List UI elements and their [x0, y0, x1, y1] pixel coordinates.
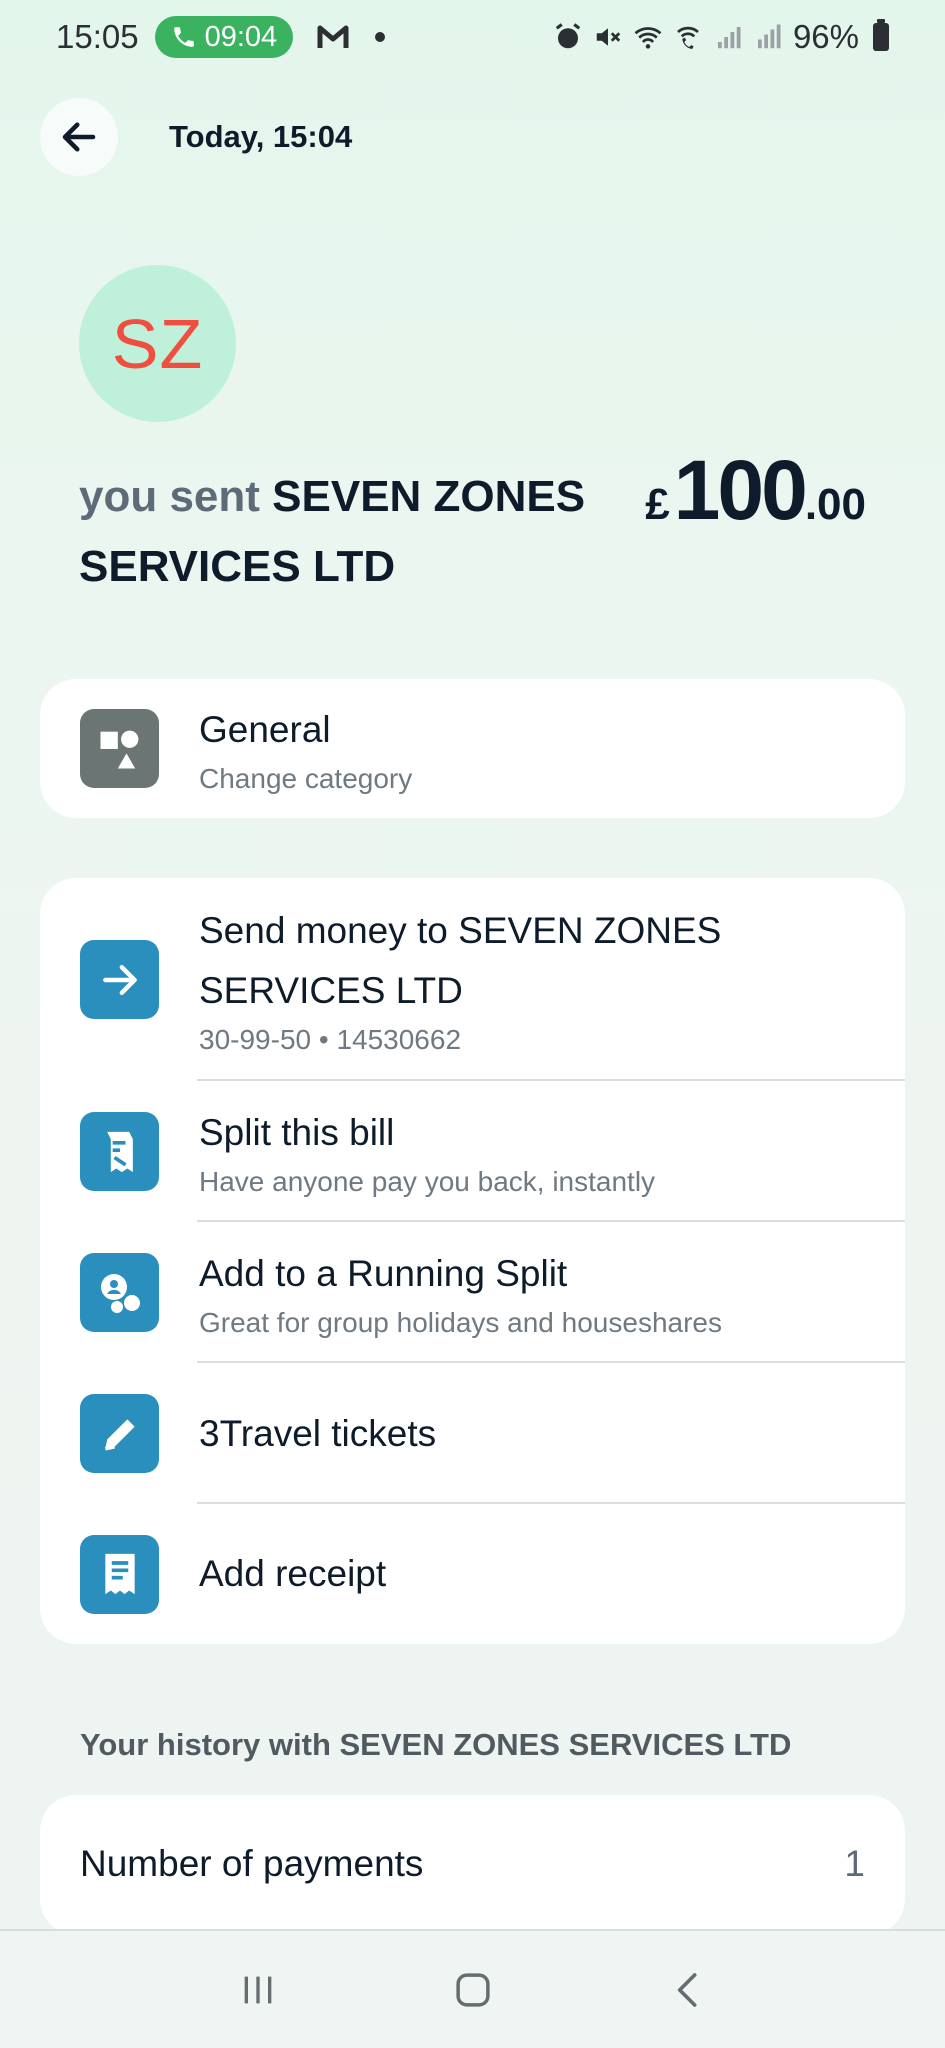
- category-title: General: [199, 708, 331, 750]
- actions-card: Send money to SEVEN ZONES SERVICES LTD 3…: [40, 878, 905, 1644]
- battery-percent: 96%: [792, 18, 859, 55]
- status-bar: 15:05 09:04 96%: [0, 0, 945, 74]
- amount-whole: 100: [673, 443, 808, 537]
- notification-dot-icon: [375, 32, 386, 42]
- battery-icon: [873, 19, 889, 51]
- transaction-description: you sent SEVEN ZONES SERVICES LTD: [79, 462, 619, 602]
- category-row[interactable]: General Change category: [40, 679, 905, 818]
- recent-apps-button[interactable]: [228, 1960, 288, 2020]
- action-send-money[interactable]: Send money to SEVEN ZONES SERVICES LTD 3…: [40, 878, 905, 1081]
- gmail-icon: [317, 25, 349, 48]
- sent-prefix: you sent: [79, 472, 260, 521]
- home-icon: [455, 1972, 490, 2007]
- receipt-icon: [80, 1534, 159, 1614]
- history-row: Number of payments 1: [40, 1795, 905, 1933]
- recent-apps-icon: [244, 1976, 271, 2003]
- history-label: Number of payments: [80, 1843, 424, 1884]
- action-edit-notes[interactable]: 3Travel tickets: [40, 1363, 905, 1504]
- action-title: Add to a Running Split: [199, 1252, 568, 1294]
- signal-icon: [717, 27, 741, 49]
- ongoing-call-pill[interactable]: 09:04: [154, 16, 294, 58]
- alarm-icon: [555, 23, 581, 49]
- chevron-left-icon: [677, 1972, 696, 2007]
- action-add-receipt[interactable]: Add receipt: [40, 1504, 905, 1644]
- action-running-split[interactable]: Add to a Running Split Great for group h…: [40, 1222, 905, 1363]
- history-card: Number of payments 1: [40, 1795, 905, 1935]
- home-button[interactable]: [443, 1960, 503, 2020]
- running-split-icon: [80, 1253, 159, 1332]
- arrow-left-icon: [62, 122, 96, 152]
- split-bill-icon: [80, 1112, 159, 1191]
- back-button[interactable]: [40, 98, 118, 176]
- mute-icon: [596, 28, 621, 46]
- notes-text: 3Travel tickets: [199, 1412, 437, 1454]
- shapes-icon: [80, 709, 159, 788]
- action-title: Split this bill: [199, 1111, 395, 1153]
- category-subtitle: Change category: [199, 762, 413, 794]
- system-nav-bar: [0, 1929, 945, 2048]
- action-split-bill[interactable]: Split this bill Have anyone pay you back…: [40, 1081, 905, 1222]
- wifi-calling-icon: [677, 26, 699, 49]
- phone-icon: [173, 27, 194, 47]
- wifi-icon: [634, 27, 662, 49]
- category-card[interactable]: General Change category: [40, 679, 905, 818]
- page-title: Today, 15:04: [169, 119, 353, 154]
- header: Today, 15:04: [40, 98, 352, 176]
- pencil-icon: [80, 1394, 159, 1473]
- action-subtitle: Have anyone pay you back, instantly: [199, 1165, 656, 1197]
- history-value: 1: [844, 1843, 865, 1884]
- action-title: Send money to SEVEN ZONES SERVICES LTD: [199, 909, 722, 1011]
- amount-currency: £: [645, 480, 670, 529]
- payee-avatar: SZ: [79, 265, 236, 422]
- nav-back-button[interactable]: [658, 1960, 718, 2020]
- transaction-amount: £ 100 .00: [645, 442, 866, 539]
- history-heading: Your history with SEVEN ZONES SERVICES L…: [80, 1727, 792, 1762]
- call-timer: 09:04: [204, 20, 278, 53]
- amount-decimal: .00: [804, 480, 866, 529]
- signal-roaming-icon: [757, 24, 781, 49]
- account-details: 30-99-50 • 14530662: [199, 1023, 462, 1055]
- arrow-right-icon: [80, 940, 159, 1019]
- status-time: 15:05: [56, 18, 139, 55]
- action-title: Add receipt: [199, 1553, 387, 1594]
- action-subtitle: Great for group holidays and houseshares: [199, 1306, 722, 1338]
